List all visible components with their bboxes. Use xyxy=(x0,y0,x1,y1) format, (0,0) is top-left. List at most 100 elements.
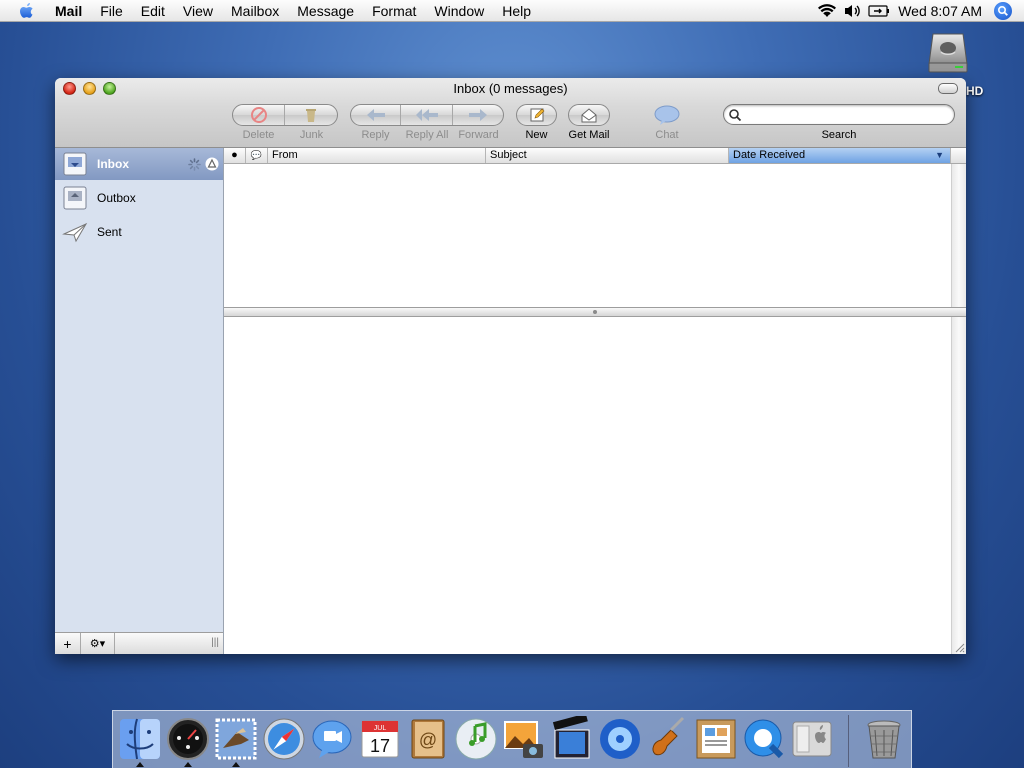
toolbar-toggle-button[interactable] xyxy=(938,83,958,94)
dock-separator xyxy=(848,715,849,767)
ical-date: 17 xyxy=(370,736,390,756)
reply-group xyxy=(350,104,504,126)
preview-icon[interactable] xyxy=(693,716,739,762)
sidebar-item-label: Inbox xyxy=(97,157,129,171)
menu-bar: Mail File Edit View Mailbox Message Form… xyxy=(0,0,1024,22)
sidebar-item-sent[interactable]: Sent xyxy=(55,216,223,248)
window-title: Inbox (0 messages) xyxy=(453,81,568,96)
forward-label: Forward xyxy=(458,129,499,141)
column-date-received[interactable]: Date Received ▼ xyxy=(729,148,951,163)
safari-icon[interactable] xyxy=(261,716,307,762)
forward-button[interactable] xyxy=(453,105,503,125)
warning-icon[interactable] xyxy=(205,157,219,171)
idvd-icon[interactable] xyxy=(597,716,643,762)
chat-bubble-icon xyxy=(654,105,680,125)
preview-scrollbar[interactable] xyxy=(951,317,966,654)
junk-icon xyxy=(306,109,316,122)
reply-all-button[interactable] xyxy=(401,105,453,125)
sidebar-item-label: Sent xyxy=(97,225,122,239)
mail-window: Inbox (0 messages) Delete Junk Reply Rep… xyxy=(55,78,966,654)
search-label: Search xyxy=(821,129,857,141)
get-mail-button[interactable] xyxy=(568,104,610,126)
menu-mailbox[interactable]: Mailbox xyxy=(222,0,288,22)
message-preview-pane xyxy=(224,317,966,654)
menu-help[interactable]: Help xyxy=(493,0,540,22)
sort-descending-icon: ▼ xyxy=(935,150,944,160)
mail-icon[interactable] xyxy=(213,716,259,762)
battery-icon[interactable] xyxy=(866,0,892,22)
sidebar-resize-handle[interactable]: ||| xyxy=(211,637,219,648)
junk-label: Junk xyxy=(299,129,324,141)
forward-arrow-icon xyxy=(468,109,487,121)
delete-label: Delete xyxy=(242,129,275,141)
chat-button[interactable] xyxy=(653,104,681,126)
volume-icon[interactable] xyxy=(840,0,866,22)
junk-button[interactable] xyxy=(285,105,337,125)
menu-format[interactable]: Format xyxy=(363,0,425,22)
menu-app-mail[interactable]: Mail xyxy=(46,0,91,22)
column-unread[interactable]: ● xyxy=(224,148,246,163)
menu-extras: Wed 8:07 AM xyxy=(814,0,1024,22)
message-list: ● 💬 From Subject Date Received ▼ xyxy=(224,148,966,312)
quicktime-icon[interactable] xyxy=(741,716,787,762)
splitter-handle[interactable] xyxy=(593,310,597,314)
search-field[interactable] xyxy=(723,104,955,125)
resize-grip-icon[interactable] xyxy=(953,641,965,653)
dashboard-icon[interactable] xyxy=(165,716,211,762)
pane-splitter[interactable] xyxy=(224,307,966,317)
address-book-icon[interactable]: @ xyxy=(405,716,451,762)
get-mail-icon xyxy=(581,108,597,123)
spotlight-icon[interactable] xyxy=(994,2,1012,20)
menu-window[interactable]: Window xyxy=(425,0,493,22)
reply-arrow-icon xyxy=(366,109,385,121)
action-menu-button[interactable]: ⚙▾ xyxy=(81,633,115,654)
message-list-scrollbar[interactable] xyxy=(951,164,966,312)
ichat-icon[interactable] xyxy=(309,716,355,762)
menu-file[interactable]: File xyxy=(91,0,132,22)
menu-message[interactable]: Message xyxy=(288,0,363,22)
column-subject[interactable]: Subject xyxy=(486,148,729,163)
delete-icon xyxy=(250,107,267,123)
compose-icon xyxy=(530,108,544,122)
reply-button[interactable] xyxy=(351,105,402,125)
menu-view[interactable]: View xyxy=(174,0,222,22)
sidebar-item-outbox[interactable]: Outbox xyxy=(55,182,223,214)
search-icon xyxy=(729,109,742,122)
ical-icon[interactable]: JUL 17 xyxy=(357,716,403,762)
column-date-received-label: Date Received xyxy=(733,149,806,161)
outbox-icon xyxy=(61,184,89,212)
iphoto-icon[interactable] xyxy=(501,716,547,762)
apple-menu-icon[interactable] xyxy=(16,0,38,22)
column-attachment[interactable]: 💬 xyxy=(246,148,268,163)
new-message-button[interactable] xyxy=(516,104,557,126)
garageband-icon[interactable] xyxy=(645,716,691,762)
reply-all-arrow-icon xyxy=(415,109,438,121)
wifi-icon[interactable] xyxy=(814,0,840,22)
imovie-icon[interactable] xyxy=(549,716,595,762)
itunes-icon[interactable] xyxy=(453,716,499,762)
loading-spinner-icon xyxy=(188,158,201,171)
ical-month: JUL xyxy=(374,725,387,732)
delete-junk-group xyxy=(232,104,338,126)
delete-button[interactable] xyxy=(233,105,286,125)
hard-drive-icon[interactable] xyxy=(925,30,971,76)
menu-edit[interactable]: Edit xyxy=(132,0,174,22)
sidebar-item-inbox[interactable]: Inbox xyxy=(55,148,223,180)
system-preferences-icon[interactable] xyxy=(789,716,835,762)
chat-label: Chat xyxy=(655,129,679,141)
menu-clock[interactable]: Wed 8:07 AM xyxy=(892,3,994,19)
reply-label: Reply xyxy=(361,129,390,141)
running-indicator xyxy=(232,762,240,767)
new-label: New xyxy=(525,129,548,141)
running-indicator xyxy=(184,762,192,767)
sent-icon xyxy=(61,218,89,246)
add-mailbox-button[interactable]: + xyxy=(55,633,81,654)
svg-text:@: @ xyxy=(419,730,437,750)
column-from[interactable]: From xyxy=(268,148,486,163)
mailbox-sidebar: Inbox Outbox Sent + ⚙▾ ||| xyxy=(55,148,224,654)
trash-icon[interactable] xyxy=(861,716,907,762)
running-indicator xyxy=(136,762,144,767)
finder-icon[interactable] xyxy=(117,716,163,762)
sidebar-footer: + ⚙▾ ||| xyxy=(55,632,223,654)
dock: JUL 17 @ xyxy=(112,710,912,768)
